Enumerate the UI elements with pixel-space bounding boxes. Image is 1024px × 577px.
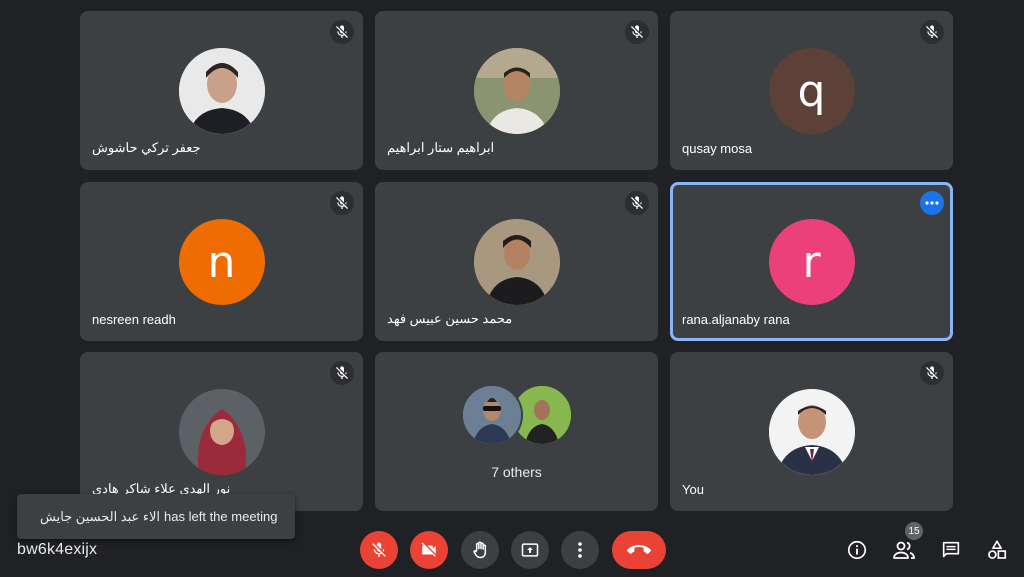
people-button[interactable] — [890, 536, 918, 564]
participant-name: جعفر تركي حاشوش — [92, 140, 201, 155]
more-options-button[interactable] — [561, 531, 599, 569]
participant-name: You — [682, 482, 704, 497]
present-screen-button[interactable] — [511, 531, 549, 569]
mic-off-icon — [330, 20, 354, 44]
meeting-code: bw6k4exijx — [17, 541, 98, 558]
activities-icon — [988, 540, 1007, 559]
mic-off-icon — [920, 361, 944, 385]
participant-tile[interactable]: n nesreen readh — [80, 182, 363, 341]
participant-name: rana.aljanaby rana — [682, 312, 790, 327]
others-avatars — [460, 384, 573, 446]
more-options-icon[interactable] — [920, 191, 944, 215]
participant-tile-self[interactable]: You — [670, 352, 953, 511]
participant-tile[interactable]: ابراهيم ستار ابراهيم — [375, 11, 658, 170]
participant-tile[interactable]: محمد حسين عبيس فهد — [375, 182, 658, 341]
participant-tile[interactable]: q qusay mosa — [670, 11, 953, 170]
notification-toast: الاء عبد الحسين جايش has left the meetin… — [17, 494, 295, 539]
avatar — [473, 219, 560, 305]
mic-off-icon — [625, 20, 649, 44]
phone-hangup-icon — [627, 545, 651, 554]
participant-name: qusay mosa — [682, 141, 753, 156]
avatar — [768, 389, 855, 475]
avatar-letter: r — [802, 236, 821, 288]
participant-name: محمد حسين عبيس فهد — [387, 311, 513, 326]
others-count: 7 others — [491, 464, 542, 480]
participant-tile[interactable]: نور الهدى علاء شاكر هادي — [80, 352, 363, 511]
mic-off-icon — [920, 20, 944, 44]
camera-off-icon — [421, 542, 436, 557]
chat-icon — [942, 541, 960, 558]
activities-button[interactable] — [983, 536, 1011, 564]
avatar-letter: q — [797, 65, 826, 117]
avatar: r — [768, 219, 855, 305]
info-icon — [847, 540, 867, 560]
participant-tile[interactable]: جعفر تركي حاشوش — [80, 11, 363, 170]
avatar — [460, 384, 523, 446]
meeting-details-button[interactable] — [843, 536, 871, 564]
avatar: n — [178, 219, 265, 305]
camera-toggle-button[interactable] — [410, 531, 448, 569]
more-vert-icon — [578, 542, 582, 558]
mic-toggle-button[interactable] — [360, 531, 398, 569]
raise-hand-button[interactable] — [461, 531, 499, 569]
mic-off-icon — [330, 191, 354, 215]
hand-icon — [473, 541, 487, 559]
avatar — [178, 389, 265, 475]
avatar-letter: n — [207, 236, 236, 288]
participant-name: nesreen readh — [92, 312, 176, 327]
mic-off-icon — [370, 541, 388, 559]
participant-name: ابراهيم ستار ابراهيم — [387, 140, 495, 155]
participant-tile-active[interactable]: r rana.aljanaby rana — [670, 182, 953, 341]
present-icon — [521, 543, 539, 557]
avatar — [473, 48, 560, 134]
end-call-button[interactable] — [612, 531, 666, 569]
avatar: q — [768, 48, 855, 134]
toast-name: الاء عبد الحسين جايش — [40, 508, 161, 524]
others-tile[interactable]: 7 others — [375, 352, 658, 511]
mic-off-icon — [330, 361, 354, 385]
avatar — [178, 48, 265, 134]
people-icon — [893, 541, 915, 559]
chat-button[interactable] — [937, 536, 965, 564]
toast-message: has left the meeting — [164, 509, 278, 524]
mic-off-icon — [625, 191, 649, 215]
